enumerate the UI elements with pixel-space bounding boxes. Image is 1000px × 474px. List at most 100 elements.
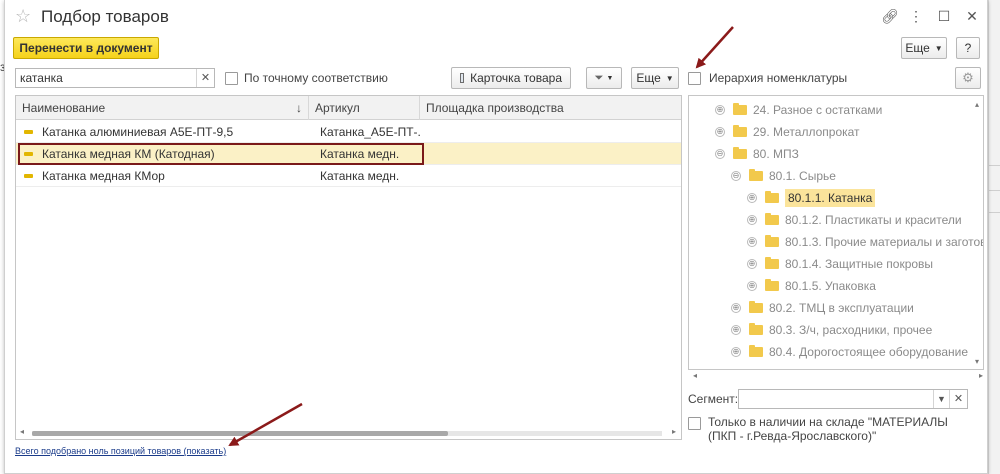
transfer-to-document-button[interactable]: Перенести в документ [13, 37, 159, 59]
tree-node[interactable]: ⊖ 80. МПЗ [715, 144, 799, 164]
sort-arrow-icon: ↓ [296, 101, 302, 115]
tree-node-label: 80.4. Дорогостоящее оборудование [769, 345, 969, 359]
collapse-icon[interactable]: ⊖ [715, 149, 725, 159]
expand-icon[interactable]: ⊕ [715, 105, 725, 115]
tree-node[interactable]: ⊕ 80.1.5. Упаковка [747, 276, 876, 296]
segment-label: Сегмент: [688, 392, 739, 406]
tree-node-label: 80.1.3. Прочие материалы и заготовки (ка [785, 235, 983, 249]
search-input[interactable] [16, 69, 194, 87]
cell-name: Катанка медная КМор [42, 169, 165, 183]
tree-node[interactable]: ⊕ 24. Разное с остатками [715, 100, 882, 120]
product-card-icon [460, 73, 465, 83]
product-selection-window: ☆ Подбор товаров 🔗︎ ⋮ ☐ ✕ Перенести в до… [4, 0, 988, 474]
expand-icon[interactable]: ⊕ [731, 325, 741, 335]
column-header-name-label: Наименование [22, 101, 106, 115]
cell-article: Катанка_А5Е-ПТ-... [320, 125, 420, 139]
tree-node-label: 29. Металлопрокат [753, 125, 860, 139]
window-title: Подбор товаров [41, 7, 169, 26]
segment-field[interactable]: ▼ ✕ [738, 389, 968, 409]
tree-node[interactable]: ⊕ 80.1.3. Прочие материалы и заготовки (… [747, 232, 983, 252]
tree-horizontal-scrollbar[interactable]: ◂ ▸ [693, 371, 983, 381]
hierarchy-label: Иерархия номенклатуры [709, 71, 848, 85]
chevron-down-icon: ▼ [934, 43, 943, 53]
help-button[interactable]: ? [956, 37, 980, 59]
tree-node-label: 80.1.2. Пластикаты и красители [785, 213, 962, 227]
folder-icon [749, 169, 763, 181]
table-row-selected[interactable]: Катанка медная КМ (Катодная) Катанка мед… [16, 143, 681, 165]
maximize-icon[interactable]: ☐ [937, 8, 951, 25]
product-icon [24, 174, 33, 178]
exact-match-label: По точному соответствию [244, 71, 388, 85]
expand-icon[interactable]: ⊕ [731, 303, 741, 313]
expand-icon[interactable]: ⊕ [715, 127, 725, 137]
scroll-left-icon[interactable]: ◂ [20, 427, 24, 436]
cell-site [425, 143, 675, 165]
expand-icon[interactable]: ⊕ [747, 215, 757, 225]
gear-icon: ⚙ [962, 70, 974, 85]
folder-icon [733, 125, 747, 137]
star-icon[interactable]: ☆ [15, 6, 31, 27]
tree-node[interactable]: ⊕ 80.2. ТМЦ в эксплуатации [731, 298, 914, 318]
scroll-right-icon[interactable]: ▸ [979, 371, 983, 380]
product-card-button[interactable]: Карточка товара [451, 67, 571, 89]
table-row[interactable]: Катанка алюминиевая А5Е-ПТ-9,5 Катанка_А… [16, 121, 681, 143]
scroll-left-icon[interactable]: ◂ [693, 371, 697, 380]
tree-node[interactable]: ⊕ 80.4. Дорогостоящее оборудование [731, 342, 968, 362]
column-header-name[interactable]: Наименование ↓ [16, 96, 309, 120]
chevron-down-icon[interactable]: ▼ [933, 390, 949, 408]
folder-icon [749, 323, 763, 335]
tree-node-label: 80.1.1. Катанка [785, 189, 876, 207]
stock-only-checkbox[interactable] [688, 417, 701, 430]
folder-icon [765, 279, 779, 291]
more-button-top[interactable]: Еще ▼ [901, 37, 947, 59]
scroll-thumb[interactable] [32, 431, 448, 436]
tree-node-active[interactable]: ⊕ 80.1.1. Катанка [747, 188, 876, 208]
tree-node-label: 80.1. Сырье [769, 169, 836, 183]
kebab-menu-icon[interactable]: ⋮ [909, 8, 923, 25]
filter-button[interactable]: ⏷ ▼ [586, 67, 622, 89]
tree-node[interactable]: ⊕ 80.3. З/ч, расходники, прочее [731, 320, 932, 340]
cell-site [425, 165, 675, 187]
tree-node[interactable]: ⊕ 80.1.2. Пластикаты и красители [747, 210, 962, 230]
tree-node[interactable]: ⊕ 80.1.4. Защитные покровы [747, 254, 933, 274]
tree-node[interactable]: ⊕ 29. Металлопрокат [715, 122, 860, 142]
tree-vertical-scrollbar[interactable]: ▴ ▾ [975, 100, 983, 366]
cell-name: Катанка алюминиевая А5Е-ПТ-9,5 [42, 125, 234, 139]
cell-site [425, 121, 675, 143]
tree-node-label: 80.3. З/ч, расходники, прочее [769, 323, 933, 337]
scroll-down-icon[interactable]: ▾ [975, 357, 979, 366]
selected-items-link[interactable]: Всего подобрано ноль позиций товаров (по… [15, 446, 226, 456]
close-icon[interactable]: ✕ [965, 8, 979, 25]
window-controls: 🔗︎ ⋮ ☐ ✕ [881, 8, 979, 25]
link-icon[interactable]: 🔗︎ [881, 8, 899, 25]
filter-icon: ⏷ [594, 71, 604, 84]
folder-icon [733, 103, 747, 115]
stock-only-label: Только в наличии на складе "МАТЕРИАЛЫ (П… [708, 415, 948, 443]
exact-match-checkbox[interactable] [225, 72, 238, 85]
scroll-up-icon[interactable]: ▴ [975, 100, 979, 109]
column-header-site[interactable]: Площадка производства [420, 96, 681, 120]
collapse-icon[interactable]: ⊖ [731, 171, 741, 181]
clear-search-icon[interactable]: ✕ [196, 69, 214, 87]
tree-node-label: 80.1.4. Защитные покровы [785, 257, 934, 271]
tree-node[interactable]: ⊖ 80.1. Сырье [731, 166, 836, 186]
hierarchy-checkbox[interactable] [688, 72, 701, 85]
chevron-down-icon: ▼ [606, 74, 614, 82]
clear-segment-icon[interactable]: ✕ [949, 390, 967, 408]
more-button-top-label: Еще [905, 41, 930, 55]
expand-icon[interactable]: ⊕ [747, 259, 757, 269]
folder-icon [765, 257, 779, 269]
product-icon [24, 130, 33, 134]
cell-article: Катанка медн. [320, 169, 400, 183]
settings-button[interactable]: ⚙ [955, 67, 981, 89]
scroll-right-icon[interactable]: ▸ [672, 427, 676, 436]
column-header-article[interactable]: Артикул [309, 96, 420, 120]
expand-icon[interactable]: ⊕ [747, 193, 757, 203]
expand-icon[interactable]: ⊕ [747, 237, 757, 247]
table-header: Наименование ↓ Артикул Площадка производ… [16, 96, 681, 120]
expand-icon[interactable]: ⊕ [731, 347, 741, 357]
expand-icon[interactable]: ⊕ [747, 281, 757, 291]
more-button[interactable]: Еще ▼ [631, 67, 679, 89]
table-row[interactable]: Катанка медная КМор Катанка медн. [16, 165, 681, 187]
table-horizontal-scrollbar[interactable]: ◂ ▸ [20, 427, 676, 437]
